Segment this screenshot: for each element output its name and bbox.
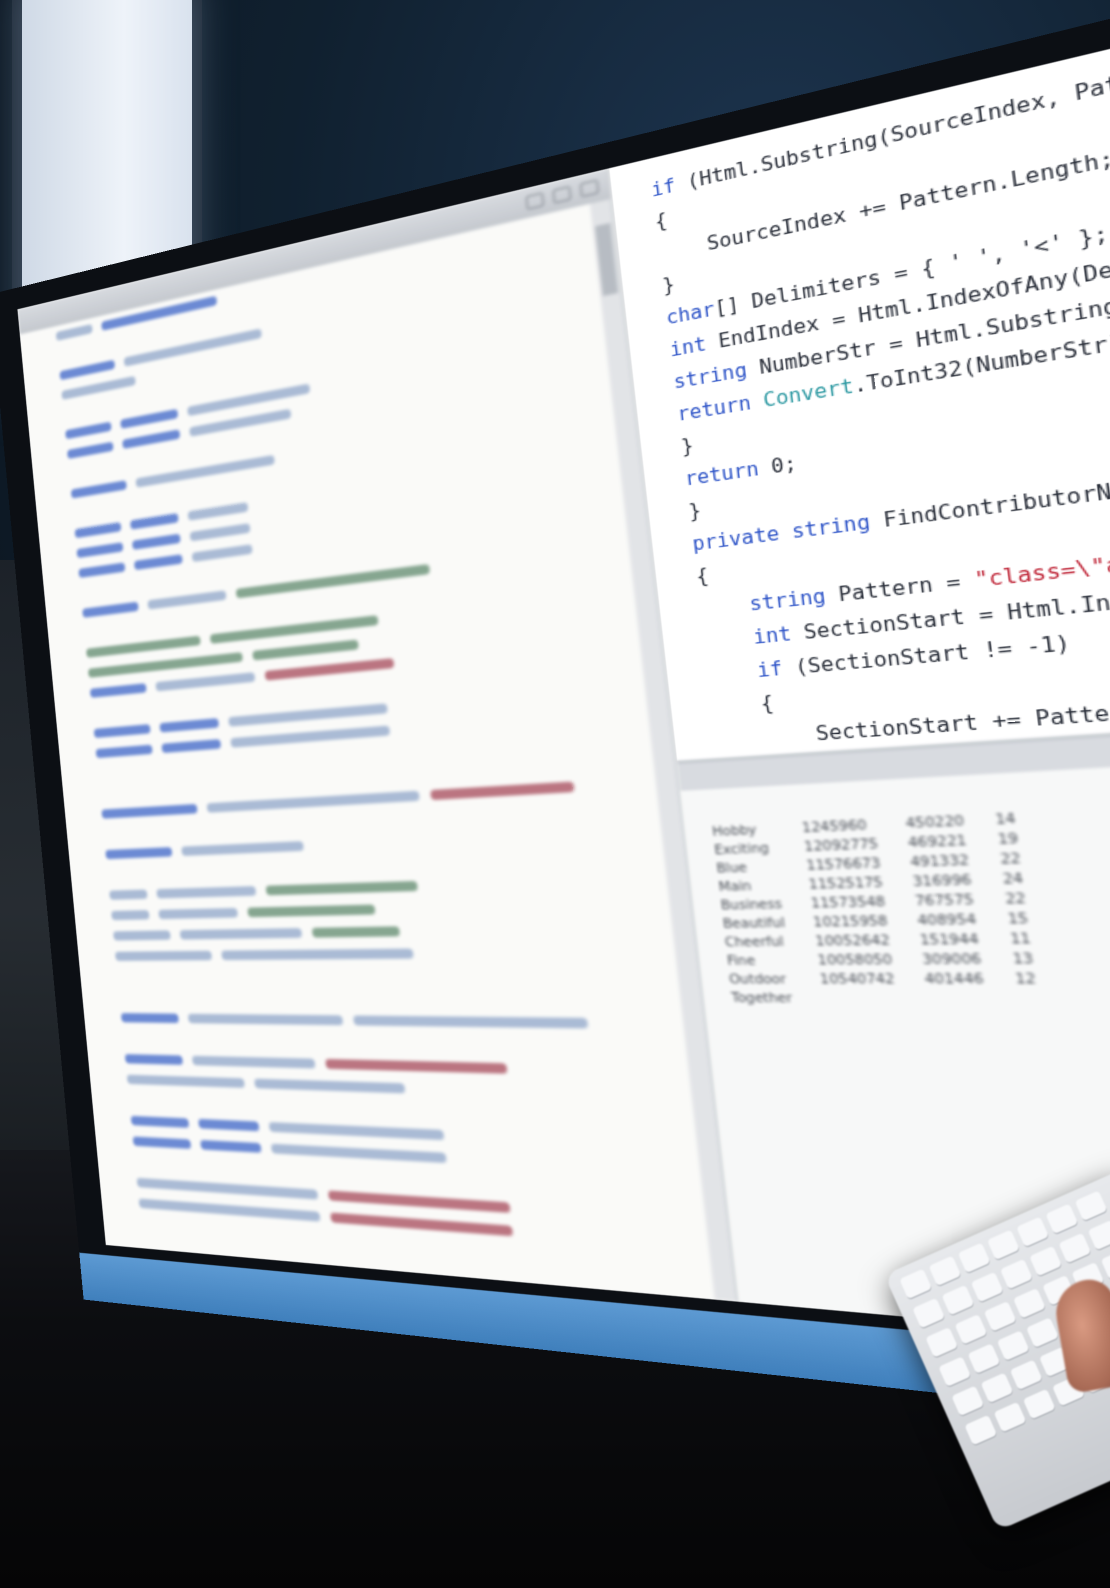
table-cell: 11 (993, 930, 1048, 951)
table-row: Fine 10058050 309006 13 (713, 950, 1051, 971)
row-label: Beautiful (708, 914, 800, 934)
monitor-screen: if (Html.Substring(SourceIndex, Pattern.… (17, 0, 1110, 1406)
keyboard-key[interactable] (929, 1256, 962, 1287)
table-cell: 408954 (901, 910, 993, 931)
keyboard-key[interactable] (1088, 1220, 1110, 1251)
keyboard-key[interactable] (968, 1343, 1001, 1374)
table-cell: 14 (979, 809, 1033, 831)
table-cell: 316996 (897, 871, 989, 893)
table-cell: 151944 (904, 930, 996, 951)
keyboard-key[interactable] (1059, 1233, 1092, 1264)
keyboard-key[interactable] (951, 1386, 984, 1417)
keyboard-key[interactable] (925, 1327, 958, 1358)
keyboard-key[interactable] (994, 1402, 1027, 1433)
keyboard-key[interactable] (955, 1314, 988, 1345)
close-icon[interactable] (580, 179, 599, 197)
keyboard-key[interactable] (964, 1415, 997, 1446)
table-cell: 11573548 (796, 893, 902, 914)
table-row: Outdoor 10540742 401446 12 (715, 970, 1053, 990)
keyboard-key[interactable] (1010, 1360, 1043, 1391)
keyboard-key[interactable] (984, 1301, 1017, 1332)
maximize-icon[interactable] (552, 186, 571, 204)
keyboard-key[interactable] (1101, 1249, 1110, 1280)
table-cell: 401446 (909, 970, 1001, 990)
table-cell: 10052642 (800, 932, 906, 952)
keyboard-key[interactable] (971, 1272, 1004, 1303)
table-row: Together (717, 990, 1056, 1011)
keyboard-key[interactable] (987, 1230, 1020, 1261)
keyboard-key[interactable] (899, 1269, 932, 1300)
keyboard-key[interactable] (1075, 1191, 1108, 1222)
left-scrollbar-thumb[interactable] (595, 223, 618, 296)
photo-scene: if (Html.Substring(SourceIndex, Pattern.… (0, 0, 1110, 1588)
keyboard-key[interactable] (1013, 1288, 1046, 1319)
keyboard-key[interactable] (938, 1356, 971, 1387)
row-label: Outdoor (715, 971, 807, 990)
row-label: Business (706, 895, 798, 916)
data-grid-table: Hobby 1245960 450220 14 Exciting 12092775 4692… (698, 809, 1056, 1010)
row-label: Fine (713, 952, 805, 971)
table-cell: 491332 (894, 851, 986, 873)
keyboard-key[interactable] (1045, 1204, 1078, 1235)
table-cell: 309006 (906, 950, 998, 970)
monitor: if (Html.Substring(SourceIndex, Pattern.… (17, 0, 1110, 1373)
table-cell: 24 (986, 869, 1041, 890)
keyboard-key[interactable] (958, 1243, 991, 1274)
table-cell: 12 (998, 970, 1053, 990)
keyboard-key[interactable] (1016, 1217, 1049, 1248)
row-label: Main (704, 877, 796, 898)
table-cell: 10058050 (803, 951, 909, 971)
keyboard-key[interactable] (912, 1298, 945, 1329)
keyboard-key[interactable] (1029, 1246, 1062, 1277)
table-cell: 767575 (899, 891, 991, 913)
table-cell: 22 (983, 849, 1038, 871)
keyboard-key[interactable] (942, 1285, 975, 1316)
keyboard-key[interactable] (1000, 1259, 1033, 1290)
keyboard-key[interactable] (1026, 1317, 1059, 1348)
keyboard-key[interactable] (981, 1373, 1014, 1404)
table-cell: 22 (988, 889, 1043, 910)
table-cell: 10215958 (798, 912, 904, 933)
blurred-code-line (116, 963, 700, 987)
keyboard-key[interactable] (997, 1330, 1030, 1361)
table-cell: 13 (996, 950, 1051, 970)
code-editor-pane[interactable]: if (Html.Substring(SourceIndex, Pattern.… (609, 0, 1110, 761)
minimize-icon[interactable] (526, 192, 545, 210)
table-cell: 19 (981, 829, 1035, 851)
table-cell: 15 (991, 909, 1046, 930)
row-label: Together (717, 990, 809, 1009)
row-label: Cheerful (711, 933, 803, 953)
keyboard-key[interactable] (1023, 1389, 1056, 1420)
table-cell: 10540742 (805, 970, 911, 989)
table-cell: 11525175 (794, 873, 900, 895)
